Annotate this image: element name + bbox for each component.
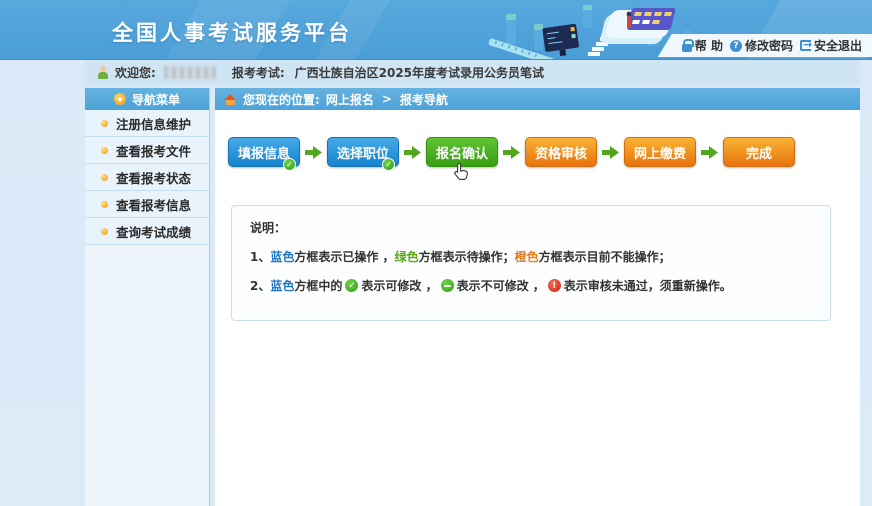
sidebar-title: 导航菜单 bbox=[132, 91, 180, 108]
step-online-payment: 网上缴费 bbox=[624, 137, 696, 167]
step-qualification-review: 资格审核 bbox=[525, 137, 597, 167]
sidebar-item-label: 查询考试成绩 bbox=[116, 222, 191, 241]
help-link[interactable]: 帮 助 bbox=[682, 37, 723, 54]
sidebar-item-label: 查看报考文件 bbox=[116, 141, 191, 160]
sidebar-item-view-apply-status[interactable]: 查看报考状态 bbox=[85, 164, 209, 191]
arrow-right-icon bbox=[602, 146, 619, 159]
step-flow: 填报信息 ✓ 选择职位 ✓ 报名确认 资格审核 bbox=[228, 137, 860, 167]
redacted-username bbox=[164, 66, 216, 79]
change-password-link[interactable]: ? 修改密码 bbox=[730, 37, 793, 54]
note-text: 方框表示目前不能操作； bbox=[539, 248, 671, 265]
site-title: 全国人事考试服务平台 bbox=[112, 17, 352, 47]
step-label: 网上缴费 bbox=[634, 143, 686, 162]
minus-circle-icon bbox=[441, 279, 454, 292]
step-select-position[interactable]: 选择职位 ✓ bbox=[327, 137, 399, 167]
note-orange-word: 橙色 bbox=[515, 248, 539, 265]
step-label: 资格审核 bbox=[535, 143, 587, 162]
note-text: 方框中的 bbox=[294, 277, 342, 294]
chevron-down-icon bbox=[114, 93, 126, 105]
main-panel: 您现在的位置: 网上报名 > 报考导航 填报信息 ✓ 选择职位 ✓ 报名确认 bbox=[215, 88, 860, 506]
explanation-box: 说明： 1、 蓝色 方框表示已操作 ， 绿色 方框表示待操作； 橙色 方框表示目… bbox=[231, 205, 831, 321]
note-text: 方框表示已操作 ， bbox=[294, 248, 394, 265]
bullet-icon bbox=[101, 120, 108, 127]
step-confirm-registration[interactable]: 报名确认 bbox=[426, 137, 498, 167]
arrow-right-icon bbox=[404, 146, 421, 159]
note-text: 方框表示待操作； bbox=[419, 248, 515, 265]
breadcrumb-current: 报考导航 bbox=[400, 91, 448, 108]
note-green-word: 绿色 bbox=[395, 248, 419, 265]
arrow-right-icon bbox=[305, 146, 322, 159]
note-line-2: 2、 蓝色 方框中的 ✓ 表示可修改 ， 表示不可修改 ， ! 表示审核未通过，… bbox=[250, 277, 812, 294]
step-label: 完成 bbox=[746, 143, 772, 162]
logout-link[interactable]: 安全退出 bbox=[800, 37, 862, 54]
arrow-right-icon bbox=[701, 146, 718, 159]
check-badge-icon: ✓ bbox=[283, 158, 296, 171]
note-text: 1、 bbox=[250, 248, 270, 265]
lock-icon bbox=[682, 44, 692, 52]
exclamation-circle-icon: ! bbox=[548, 279, 561, 292]
bullet-icon bbox=[101, 228, 108, 235]
user-avatar-icon bbox=[97, 66, 109, 79]
note-text: 表示可修改 ， bbox=[361, 277, 437, 294]
step-label: 选择职位 bbox=[337, 143, 389, 162]
change-password-label: 修改密码 bbox=[745, 37, 793, 54]
note-text: 表示审核未通过，须重新操作。 bbox=[564, 277, 732, 294]
sidebar-item-label: 注册信息维护 bbox=[116, 114, 191, 133]
note-title: 说明： bbox=[250, 219, 812, 236]
sidebar-item-label: 查看报考信息 bbox=[116, 195, 191, 214]
breadcrumb: 您现在的位置: 网上报名 > 报考导航 bbox=[215, 88, 860, 110]
breadcrumb-location-label: 您现在的位置: bbox=[243, 91, 320, 108]
step-label: 报名确认 bbox=[436, 143, 488, 162]
note-blue-word: 蓝色 bbox=[270, 248, 294, 265]
breadcrumb-separator: > bbox=[382, 92, 392, 106]
logout-label: 安全退出 bbox=[814, 37, 862, 54]
breadcrumb-section[interactable]: 网上报名 bbox=[326, 91, 374, 108]
header-links-bar: 帮 助 ? 修改密码 安全退出 bbox=[658, 34, 872, 57]
home-icon bbox=[224, 94, 237, 105]
sidebar-item-registration-info[interactable]: 注册信息维护 bbox=[85, 110, 209, 137]
step-fill-info[interactable]: 填报信息 ✓ bbox=[228, 137, 300, 167]
sidebar-empty-area bbox=[85, 245, 209, 506]
page-columns: 导航菜单 注册信息维护 查看报考文件 查看报考状态 查看报考信息 查询考试成绩 bbox=[85, 88, 860, 506]
bullet-icon bbox=[101, 174, 108, 181]
help-link-label: 帮 助 bbox=[695, 37, 723, 54]
step-label: 填报信息 bbox=[238, 143, 290, 162]
sidebar-item-label: 查看报考状态 bbox=[116, 168, 191, 187]
exam-label: 报考考试: bbox=[232, 64, 285, 81]
main-content: 填报信息 ✓ 选择职位 ✓ 报名确认 资格审核 bbox=[215, 110, 860, 506]
arrow-right-icon bbox=[503, 146, 520, 159]
note-line-1: 1、 蓝色 方框表示已操作 ， 绿色 方框表示待操作； 橙色 方框表示目前不能操… bbox=[250, 248, 812, 265]
question-icon: ? bbox=[730, 40, 742, 52]
bullet-icon bbox=[101, 201, 108, 208]
check-badge-icon: ✓ bbox=[382, 158, 395, 171]
sidebar-item-view-apply-info[interactable]: 查看报考信息 bbox=[85, 191, 209, 218]
sidebar-item-view-exam-files[interactable]: 查看报考文件 bbox=[85, 137, 209, 164]
note-text: 表示不可修改 ， bbox=[457, 277, 545, 294]
step-finish: 完成 bbox=[723, 137, 795, 167]
exit-icon bbox=[800, 40, 811, 51]
welcome-greeting: 欢迎您: bbox=[115, 64, 156, 81]
sidebar-menu: 注册信息维护 查看报考文件 查看报考状态 查看报考信息 查询考试成绩 bbox=[85, 110, 209, 245]
exam-name: 广西壮族自治区2025年度考试录用公务员笔试 bbox=[295, 64, 544, 81]
welcome-bar: 欢迎您: 报考考试: 广西壮族自治区2025年度考试录用公务员笔试 bbox=[85, 60, 860, 85]
check-circle-icon: ✓ bbox=[345, 279, 358, 292]
hand-cursor-icon bbox=[453, 162, 471, 182]
sidebar-item-query-scores[interactable]: 查询考试成绩 bbox=[85, 218, 209, 245]
note-text: 2、 bbox=[250, 277, 270, 294]
sidebar: 导航菜单 注册信息维护 查看报考文件 查看报考状态 查看报考信息 查询考试成绩 bbox=[85, 88, 210, 506]
note-blue-word: 蓝色 bbox=[270, 277, 294, 294]
bullet-icon bbox=[101, 147, 108, 154]
app-header: 全国人事考试服务平台 bbox=[0, 0, 872, 60]
sidebar-header: 导航菜单 bbox=[85, 88, 209, 110]
